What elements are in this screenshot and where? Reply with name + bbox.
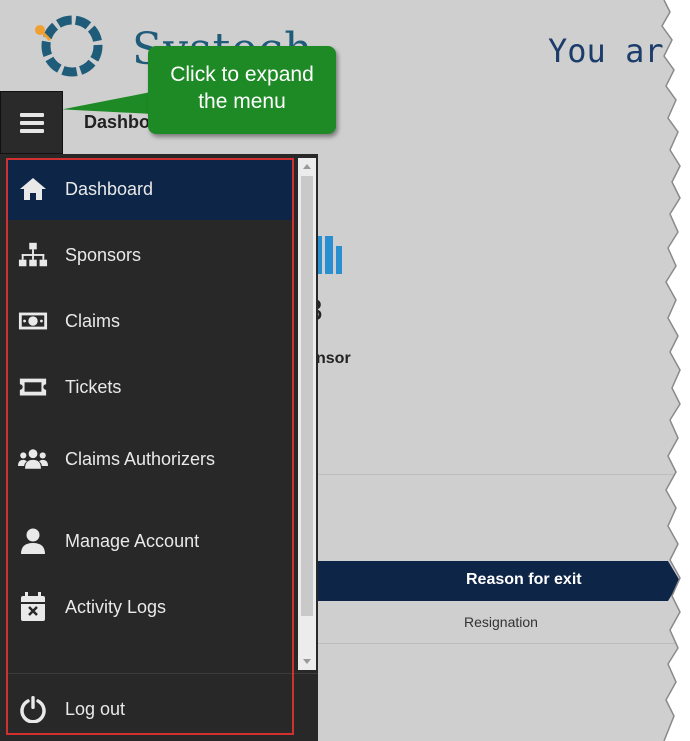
sidebar-item-label: Claims Authorizers [65,448,216,469]
home-icon [18,174,48,204]
sidebar-item-manage-account[interactable]: Manage Account [8,510,292,572]
scroll-up-arrow-icon[interactable] [303,164,311,169]
table-cell-reason: Resignation [464,614,538,630]
table-header: Reason for exit [318,561,680,601]
sidebar-item-label: Tickets [65,376,122,397]
power-icon [18,694,48,724]
hamburger-icon [19,112,44,133]
sidebar-item-sponsors[interactable]: Sponsors [8,224,292,286]
sidebar-item-label: Sponsors [65,244,142,265]
stat-label: nsor [316,350,351,367]
money-bill-icon [18,306,48,336]
callout-line-1: Click to expand [170,63,314,86]
sidebar-scrollbar[interactable] [298,158,316,670]
page: Systech You ar 3 nsor Reason for exit Re… [0,0,690,741]
sidebar-item-tickets[interactable]: Tickets [8,356,292,418]
users-icon [18,444,48,474]
sidebar-item-label: Claims [65,310,121,331]
ticket-icon [18,372,48,402]
calendar-x-icon [18,592,48,622]
row-divider [318,643,680,644]
sidebar-item-dashboard[interactable]: Dashboard [8,158,292,220]
sidebar-item-label: Log out [65,698,126,719]
sidebar-item-claims-authorizers[interactable]: Claims Authorizers [8,428,292,490]
torn-edge [661,0,690,741]
sidebar-item-label: Dashboard [65,178,154,199]
divider [318,474,678,475]
callout-tooltip: Click to expand the menu [148,46,336,134]
user-icon [18,526,48,556]
sidebar-divider [8,673,318,674]
briefcase-icon [316,236,342,274]
welcome-text: You ar [548,32,664,70]
sidebar-item-label: Manage Account [65,530,200,551]
logo-icon [35,15,103,77]
sidebar-item-logout[interactable]: Log out [8,678,292,740]
scrollbar-thumb[interactable] [301,176,313,616]
callout-line-2: the menu [198,90,286,113]
sidebar-item-activity-logs[interactable]: Activity Logs [8,576,292,638]
scroll-down-arrow-icon[interactable] [303,659,311,664]
sidebar-item-label: Activity Logs [65,596,167,617]
column-header-reason[interactable]: Reason for exit [466,571,582,589]
sidebar-item-claims[interactable]: Claims [8,290,292,352]
menu-toggle-button[interactable] [0,91,63,154]
sitemap-icon [18,240,48,270]
